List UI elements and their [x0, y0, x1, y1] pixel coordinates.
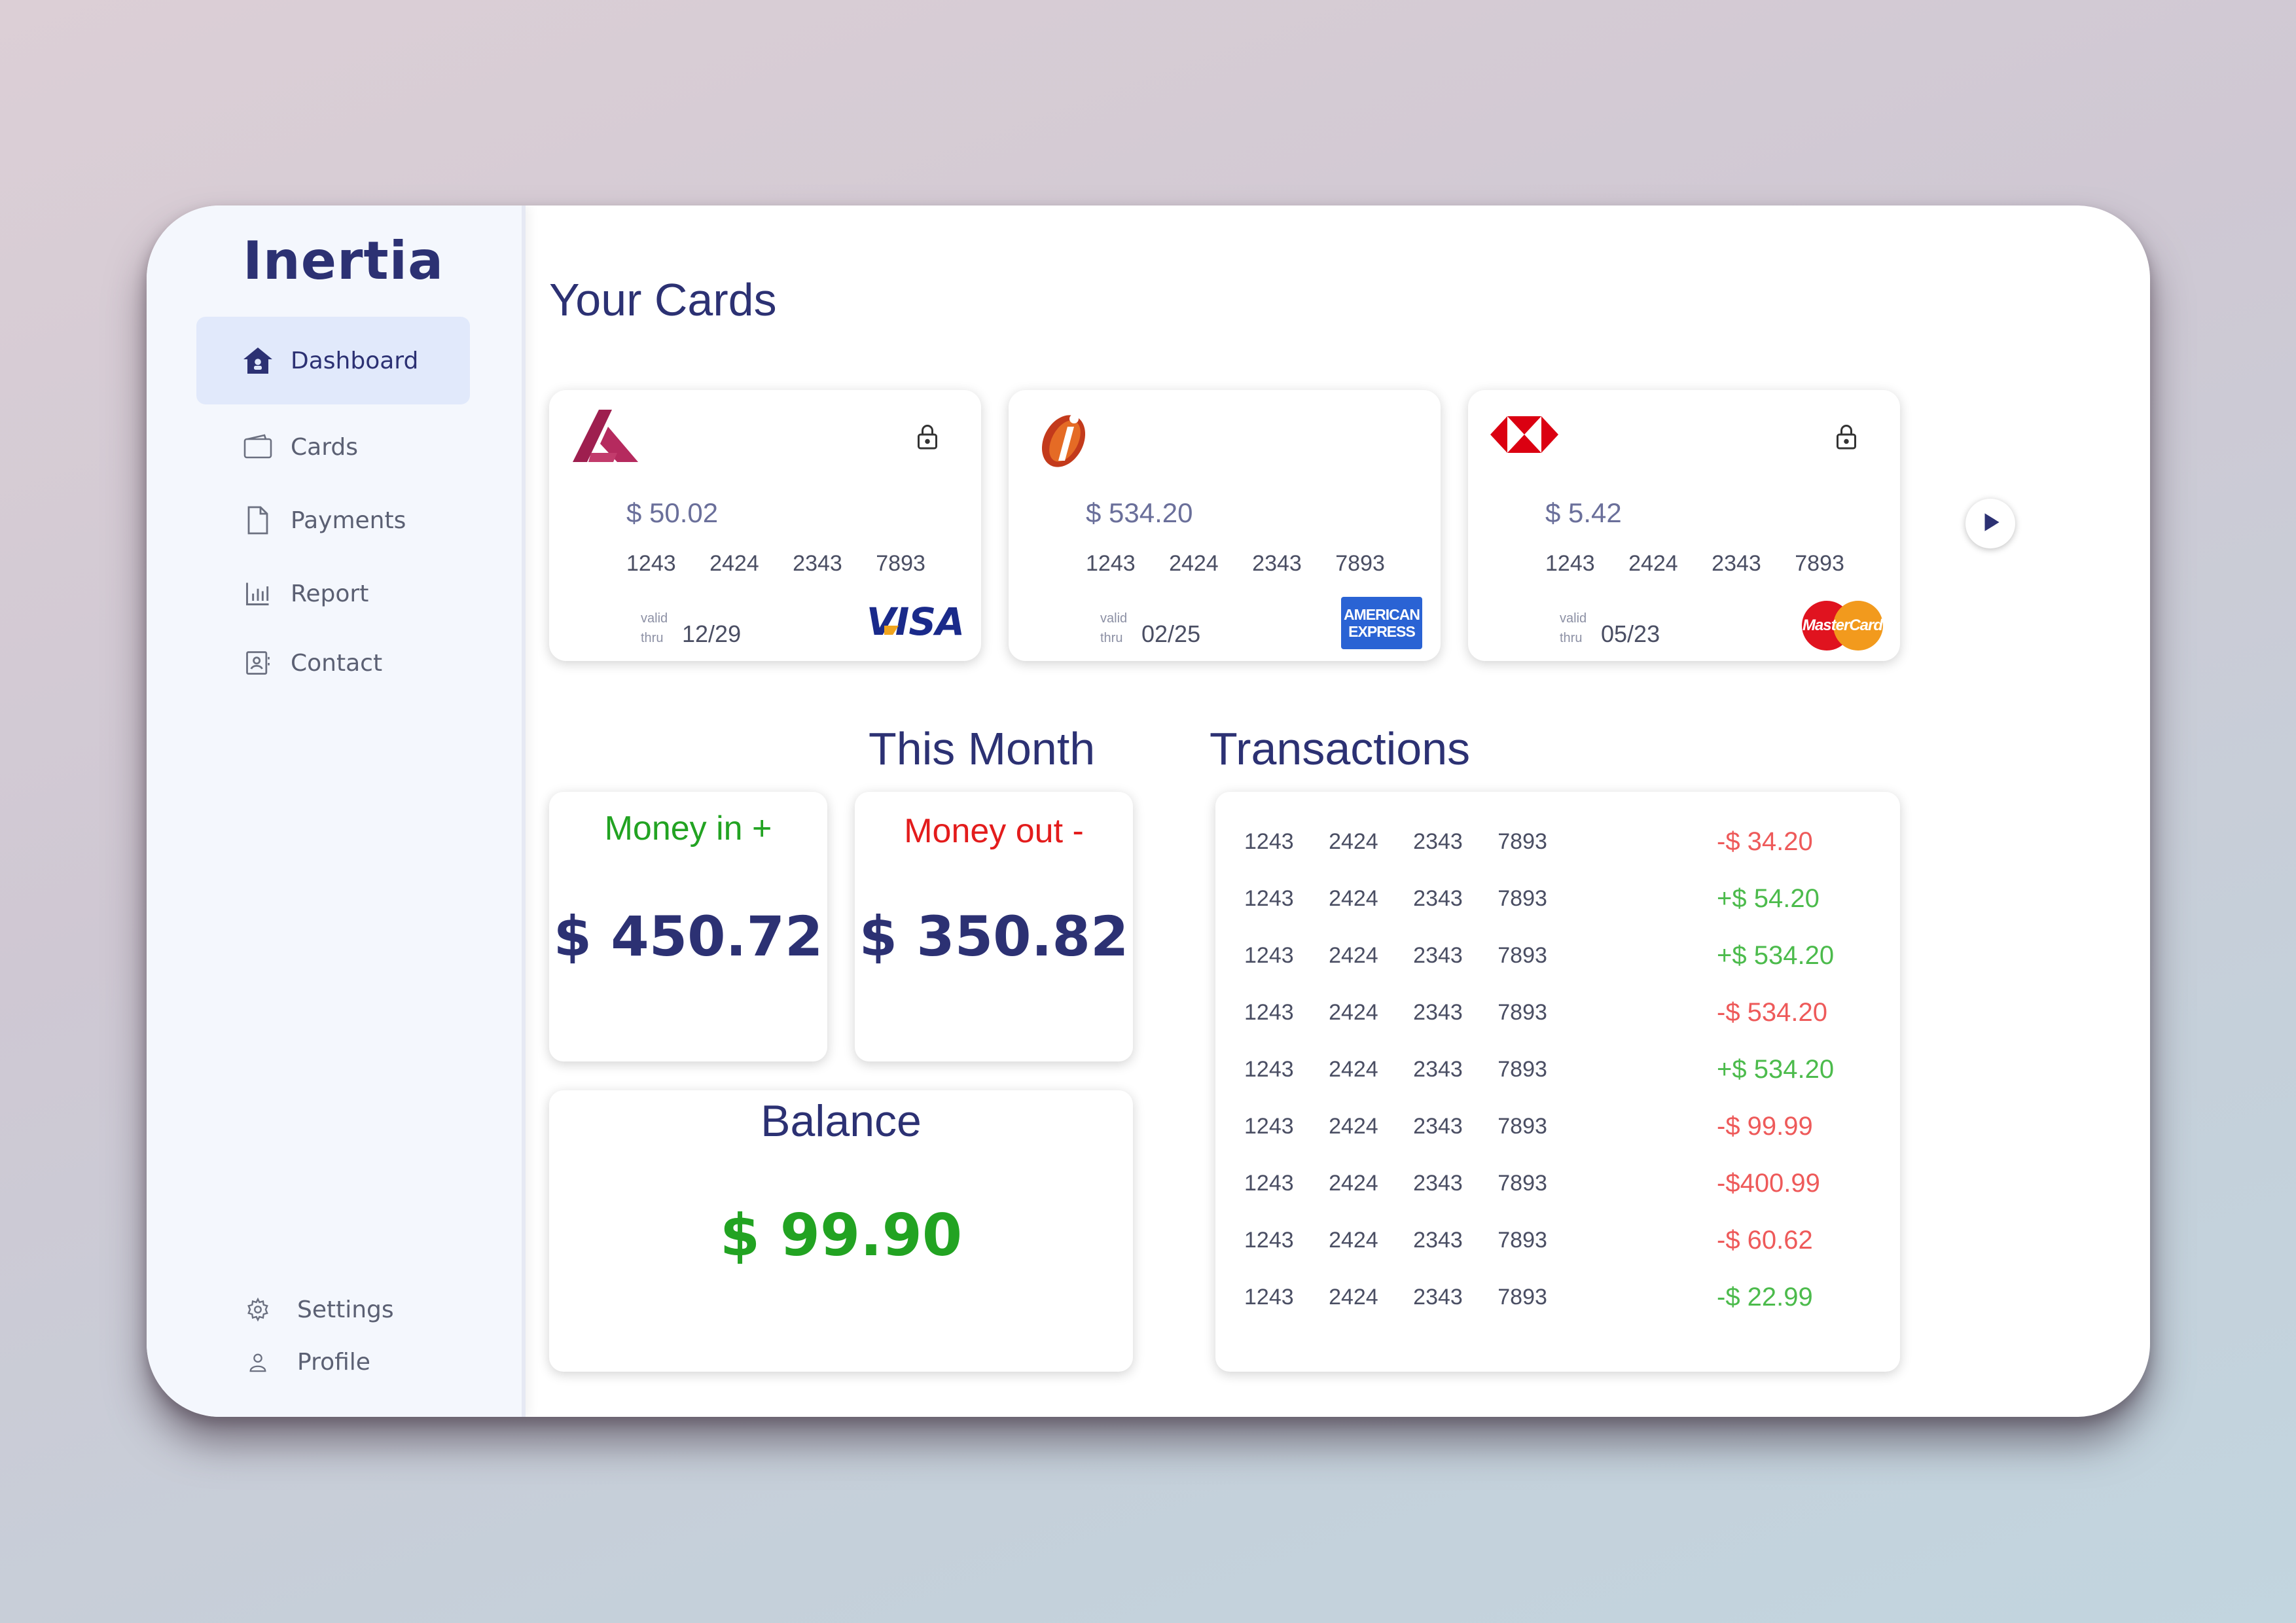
- transaction-row[interactable]: 1243 2424 2343 7893 -$ 99.99: [1244, 1107, 1848, 1146]
- wallet-icon: [242, 431, 274, 463]
- valid-label: valid: [641, 611, 668, 626]
- transaction-amount: -$400.99: [1717, 1168, 1820, 1198]
- mastercard-logo: MasterCard: [1798, 599, 1887, 652]
- card-number: 1243 2424 2343 7893: [1545, 551, 1844, 576]
- sidebar-item-label: Contact: [291, 649, 383, 677]
- transaction-card-number: 1243 2424 2343 7893: [1244, 1170, 1547, 1196]
- money-in-label: Money in +: [604, 810, 772, 847]
- transaction-row[interactable]: 1243 2424 2343 7893 +$ 534.20: [1244, 936, 1848, 975]
- balance-label: Balance: [761, 1096, 922, 1146]
- valid-thru-label: valid thru: [641, 609, 668, 648]
- card-balance: $ 5.42: [1545, 497, 1622, 528]
- lock-icon[interactable]: [916, 423, 942, 453]
- transaction-amount: -$ 60.62: [1717, 1225, 1813, 1255]
- sidebar-item-label: Profile: [297, 1348, 370, 1376]
- app-window: Inertia Dashboard Cards Payments Report: [147, 205, 2150, 1417]
- document-icon: [242, 505, 274, 536]
- sidebar-item-dashboard[interactable]: Dashboard: [196, 317, 470, 404]
- card-number: 1243 2424 2343 7893: [626, 551, 925, 576]
- valid-label: valid: [1100, 611, 1128, 626]
- transaction-row[interactable]: 1243 2424 2343 7893 +$ 534.20: [1244, 1050, 1848, 1089]
- thru-label: thru: [1100, 631, 1123, 645]
- thru-label: thru: [1560, 631, 1583, 645]
- transactions-panel: 1243 2424 2343 7893 -$ 34.20 1243 2424 234…: [1215, 792, 1900, 1372]
- transaction-row[interactable]: 1243 2424 2343 7893 -$ 534.20: [1244, 993, 1848, 1032]
- transaction-card-number: 1243 2424 2343 7893: [1244, 885, 1547, 911]
- main-content: Your Cards $ 50.02 1243 2424 2343 7893 v…: [526, 205, 2150, 1417]
- transaction-amount: +$ 54.20: [1717, 883, 1820, 913]
- sidebar-item-profile[interactable]: Profile: [196, 1339, 470, 1385]
- money-out-amount: $ 350.82: [859, 904, 1129, 969]
- balance-amount: $ 99.90: [719, 1202, 963, 1269]
- transaction-card-number: 1243 2424 2343 7893: [1244, 942, 1547, 968]
- user-icon: [242, 1346, 274, 1378]
- gear-icon: [242, 1294, 274, 1325]
- transaction-card-number: 1243 2424 2343 7893: [1244, 1227, 1547, 1253]
- transaction-amount: +$ 534.20: [1717, 1054, 1835, 1084]
- transaction-amount: -$ 99.99: [1717, 1111, 1813, 1141]
- visa-logo: VISA: [866, 594, 965, 649]
- transaction-card-number: 1243 2424 2343 7893: [1244, 829, 1547, 854]
- money-in-panel: Money in + $ 450.72: [549, 792, 827, 1061]
- transaction-amount: -$ 34.20: [1717, 827, 1813, 856]
- money-out-panel: Money out - $ 350.82: [855, 792, 1133, 1061]
- transaction-row[interactable]: 1243 2424 2343 7893 -$400.99: [1244, 1164, 1848, 1203]
- balance-panel: Balance $ 99.90: [549, 1090, 1133, 1372]
- money-in-amount: $ 450.72: [553, 904, 823, 969]
- transactions-title: Transactions: [1210, 723, 1471, 774]
- axis-bank-logo: [571, 407, 643, 473]
- sidebar-item-contact[interactable]: Contact: [196, 619, 470, 707]
- sidebar-item-label: Dashboard: [291, 347, 419, 374]
- card-balance: $ 50.02: [626, 497, 719, 528]
- transaction-card-number: 1243 2424 2343 7893: [1244, 1056, 1547, 1082]
- card-number: 1243 2424 2343 7893: [1086, 551, 1385, 576]
- hsbc-bank-logo: [1490, 414, 1562, 479]
- transaction-amount: +$ 534.20: [1717, 940, 1835, 970]
- next-cards-button[interactable]: [1965, 499, 2015, 548]
- sidebar-item-label: Settings: [297, 1296, 394, 1323]
- card-balance: $ 534.20: [1086, 497, 1193, 528]
- transaction-row[interactable]: 1243 2424 2343 7893 -$ 22.99: [1244, 1277, 1848, 1317]
- card-expiry: 05/23: [1601, 620, 1660, 647]
- transaction-card-number: 1243 2424 2343 7893: [1244, 1284, 1547, 1310]
- transaction-row[interactable]: 1243 2424 2343 7893 -$ 34.20: [1244, 822, 1848, 861]
- transaction-amount: -$ 534.20: [1717, 997, 1828, 1027]
- amex-line-2: EXPRESS: [1348, 623, 1416, 640]
- network-label: MasterCard: [1802, 616, 1883, 634]
- brand-logo: Inertia: [243, 230, 444, 291]
- card-expiry: 02/25: [1141, 620, 1201, 647]
- transaction-amount: -$ 22.99: [1717, 1282, 1813, 1311]
- sidebar-item-label: Cards: [291, 433, 358, 461]
- transaction-card-number: 1243 2424 2343 7893: [1244, 1113, 1547, 1139]
- icici-bank-logo: [1031, 407, 1103, 473]
- sidebar: Inertia Dashboard Cards Payments Report: [147, 205, 526, 1417]
- lock-icon[interactable]: [1835, 423, 1861, 453]
- card-hsbc[interactable]: $ 5.42 1243 2424 2343 7893 valid thru 05…: [1468, 390, 1900, 661]
- valid-thru-label: valid thru: [1560, 609, 1587, 648]
- money-out-label: Money out -: [904, 812, 1084, 850]
- transaction-card-number: 1243 2424 2343 7893: [1244, 999, 1547, 1025]
- sidebar-item-settings[interactable]: Settings: [196, 1287, 470, 1332]
- thru-label: thru: [641, 631, 664, 645]
- cards-section-title: Your Cards: [549, 274, 777, 325]
- sidebar-item-label: Payments: [291, 507, 406, 534]
- sidebar-item-label: Report: [291, 580, 369, 607]
- this-month-title: This Month: [869, 723, 1096, 774]
- home-icon: [242, 345, 274, 376]
- valid-thru-label: valid thru: [1100, 609, 1127, 648]
- card-icici[interactable]: $ 534.20 1243 2424 2343 7893 valid thru …: [1009, 390, 1441, 661]
- play-icon: [1979, 510, 2001, 537]
- contact-card-icon: [242, 647, 274, 679]
- card-expiry: 12/29: [682, 620, 742, 647]
- network-label: VISA: [866, 599, 965, 644]
- card-axis[interactable]: $ 50.02 1243 2424 2343 7893 valid thru 1…: [549, 390, 981, 661]
- amex-line-1: AMERICAN: [1344, 606, 1420, 623]
- valid-label: valid: [1560, 611, 1587, 626]
- bar-chart-icon: [242, 578, 274, 609]
- amex-logo: AMERICAN EXPRESS: [1341, 597, 1422, 649]
- transaction-row[interactable]: 1243 2424 2343 7893 +$ 54.20: [1244, 879, 1848, 918]
- transaction-row[interactable]: 1243 2424 2343 7893 -$ 60.62: [1244, 1221, 1848, 1260]
